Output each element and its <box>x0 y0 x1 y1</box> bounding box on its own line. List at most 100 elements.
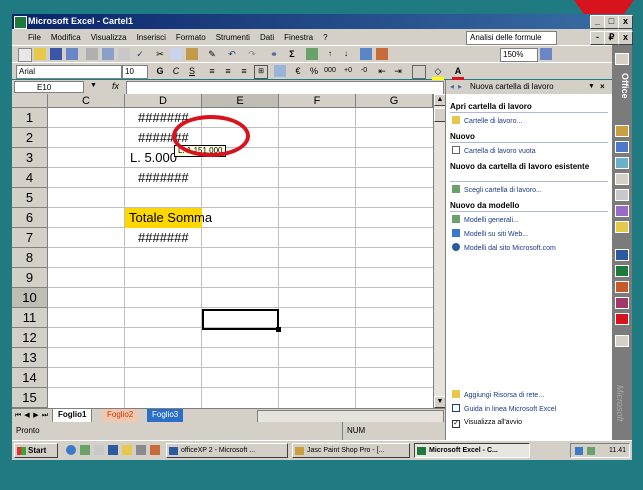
task-button-officexp[interactable]: officeXP 2 - Microsoft ... <box>166 443 288 458</box>
office-app-icon-7[interactable] <box>615 221 629 233</box>
word-icon[interactable] <box>615 249 629 261</box>
maximize-button[interactable]: □ <box>604 15 619 29</box>
print-preview-icon[interactable] <box>118 48 130 60</box>
task-button-excel[interactable]: Microsoft Excel - C... <box>414 443 530 458</box>
forward-icon[interactable]: ▸ <box>458 80 462 94</box>
row-header-9[interactable]: 9 <box>12 268 48 288</box>
row-header-11[interactable]: 11 <box>12 308 48 328</box>
link-web-templates[interactable]: Modelli su siti Web... <box>452 229 528 239</box>
link-add-network-resource[interactable]: Aggiungi Risorsa di rete... <box>452 390 544 400</box>
row-header-7[interactable]: 7 <box>12 228 48 248</box>
menu-visualizza[interactable]: Visualizza <box>86 30 132 46</box>
task-button-paintshop[interactable]: Jasc Paint Shop Pro - [... <box>292 443 410 458</box>
borders-icon[interactable] <box>412 65 426 79</box>
row-header-14[interactable]: 14 <box>12 368 48 388</box>
last-sheet-icon[interactable]: ⏭ <box>41 410 49 422</box>
underline-button[interactable]: S <box>186 65 198 77</box>
office-app-icon-4[interactable] <box>615 173 629 185</box>
increase-decimal-icon[interactable]: +0 <box>342 65 354 77</box>
link-microsoft-templates[interactable]: Modelli dal sito Microsoft.com <box>452 243 556 253</box>
menu-formato[interactable]: Formato <box>171 30 211 46</box>
merge-center-icon[interactable]: ⊞ <box>254 65 268 79</box>
email-icon[interactable] <box>86 48 98 60</box>
office-app-icon-8[interactable] <box>615 313 629 325</box>
row-header-13[interactable]: 13 <box>12 348 48 368</box>
font-size-select[interactable]: 10 <box>122 65 148 79</box>
chart-wizard-icon[interactable] <box>360 48 372 60</box>
italic-button[interactable]: C <box>170 65 182 77</box>
link-choose-workbook[interactable]: Scegli cartella di lavoro... <box>452 185 542 195</box>
select-all-corner[interactable] <box>12 94 48 108</box>
column-header-c[interactable]: C <box>48 94 125 108</box>
currency-icon[interactable] <box>274 65 286 77</box>
doc-minimize-button[interactable]: - <box>590 31 605 45</box>
menu-inserisci[interactable]: Inserisci <box>132 30 171 46</box>
browser-icon[interactable] <box>66 445 76 455</box>
bold-button[interactable]: G <box>154 65 166 77</box>
align-left-icon[interactable]: ≡ <box>206 65 218 77</box>
column-header-f[interactable]: F <box>279 94 356 108</box>
menu-modifica[interactable]: Modifica <box>46 30 86 46</box>
menu-dati[interactable]: Dati <box>255 30 279 46</box>
align-right-icon[interactable]: ≡ <box>238 65 250 77</box>
sort-ascending-icon[interactable]: ↑ <box>324 48 336 60</box>
row-header-3[interactable]: 3 <box>12 148 48 168</box>
cell-d7[interactable]: ####### <box>138 228 189 248</box>
decrease-decimal-icon[interactable]: -0 <box>358 65 370 77</box>
name-box-dropdown-icon[interactable]: ▼ <box>90 82 97 89</box>
save-icon[interactable] <box>50 48 62 60</box>
permission-icon[interactable] <box>66 48 78 60</box>
office-bar-menu-icon[interactable] <box>615 53 629 65</box>
sheet-tab-foglio2[interactable]: Foglio2 <box>102 409 139 422</box>
font-color-icon[interactable]: A <box>452 65 464 80</box>
menu-strumenti[interactable]: Strumenti <box>211 30 255 46</box>
task-pane-close-icon[interactable]: × <box>600 80 605 94</box>
zoom-select[interactable]: 150% <box>500 48 538 62</box>
excel-icon[interactable] <box>615 265 629 277</box>
column-header-g[interactable]: G <box>356 94 433 108</box>
sheet-tab-foglio1[interactable]: Foglio1 <box>52 409 93 423</box>
cell-d4[interactable]: ####### <box>138 168 189 188</box>
column-header-e[interactable]: E <box>202 94 279 108</box>
row-header-8[interactable]: 8 <box>12 248 48 268</box>
office-app-icon-2[interactable] <box>615 141 629 153</box>
row-header-2[interactable]: 2 <box>12 128 48 148</box>
office-app-icon-3[interactable] <box>615 157 629 169</box>
office-app-icon-9[interactable] <box>615 335 629 347</box>
next-sheet-icon[interactable]: ▶ <box>32 410 40 422</box>
powerpoint-icon[interactable] <box>615 281 629 293</box>
help-icon[interactable] <box>540 48 552 60</box>
decrease-indent-icon[interactable]: ⇤ <box>376 65 388 77</box>
quicklaunch-icon-5[interactable] <box>122 445 132 455</box>
column-header-d[interactable]: D <box>125 94 202 108</box>
first-sheet-icon[interactable]: ⏮ <box>14 410 22 422</box>
quicklaunch-icon-7[interactable] <box>150 445 160 455</box>
align-center-icon[interactable]: ≡ <box>222 65 234 77</box>
help-question-input[interactable]: Analisi delle formule <box>466 31 557 45</box>
paste-icon[interactable] <box>186 48 198 60</box>
font-select[interactable]: Arial <box>16 65 122 79</box>
task-pane-menu-icon[interactable]: ▼ <box>588 80 595 94</box>
undo-icon[interactable]: ↶ <box>226 48 238 60</box>
menu-file[interactable]: File <box>12 30 46 46</box>
tray-volume-icon[interactable] <box>587 447 595 455</box>
format-painter-icon[interactable]: ✎ <box>206 48 218 60</box>
access-icon[interactable] <box>615 297 629 309</box>
menu-finestra[interactable]: Finestra <box>279 30 318 46</box>
percent-icon[interactable]: % <box>308 65 320 77</box>
spelling-icon[interactable]: ✓ <box>134 48 146 60</box>
fill-color-icon[interactable]: ◇ <box>432 65 444 80</box>
row-header-4[interactable]: 4 <box>12 168 48 188</box>
cell-d3[interactable]: L. 5.000 <box>130 148 177 168</box>
increase-indent-icon[interactable]: ⇥ <box>392 65 404 77</box>
insert-function-icon[interactable]: fx <box>112 81 119 91</box>
start-button[interactable]: Start <box>14 443 58 458</box>
prev-sheet-icon[interactable]: ◀ <box>23 410 31 422</box>
row-header-15[interactable]: 15 <box>12 388 48 408</box>
link-blank-workbook[interactable]: Cartella di lavoro vuota <box>452 146 536 156</box>
redo-icon[interactable]: ↷ <box>246 48 258 60</box>
link-workbooks[interactable]: Cartelle di lavoro... <box>452 116 522 126</box>
quicklaunch-icon-6[interactable] <box>136 445 146 455</box>
link-general-templates[interactable]: Modelli generali... <box>452 215 519 225</box>
cut-icon[interactable]: ✂ <box>154 48 166 60</box>
